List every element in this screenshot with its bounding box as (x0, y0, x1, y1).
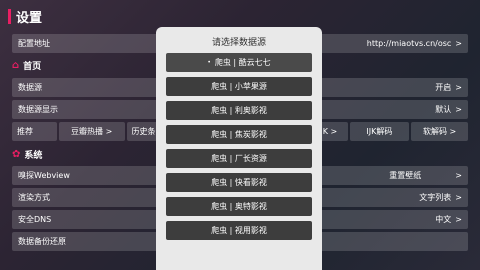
option-label: 爬虫 | 焦炭影视 (211, 130, 267, 139)
chevron-right-icon: > (455, 83, 462, 92)
soft-decode-button[interactable]: 软解码 > (411, 122, 468, 141)
backup-restore-label: 数据备份还原 (18, 237, 66, 246)
ijk-decode-button[interactable]: IJK解码 (349, 122, 410, 141)
data-source-list: • 爬虫 | 酷云七七 爬虫 | 小苹果源 爬虫 | 利奥影视 爬虫 | 焦炭影… (166, 53, 312, 245)
title-accent-bar (8, 9, 11, 24)
reset-wallpaper-label[interactable]: 重置壁纸 (389, 170, 421, 181)
selected-dot-icon: • (207, 59, 211, 66)
data-source-option[interactable]: • 爬虫 | 酷云七七 (166, 53, 312, 72)
render-mode-label: 渲染方式 (18, 193, 50, 202)
chevron-right-icon: > (455, 105, 462, 114)
option-label: 爬虫 | 快看影视 (211, 178, 267, 187)
data-source-display-value: 默认 (435, 105, 452, 114)
data-source-option[interactable]: 爬虫 | 快看影视 (166, 173, 312, 192)
dialog-title: 请选择数据源 (211, 38, 266, 48)
data-source-option[interactable]: 爬虫 | 厂长资源 (166, 149, 312, 168)
section-home-title: 首页 (23, 62, 42, 72)
chevron-right-icon: > (455, 215, 462, 224)
option-label: 爬虫 | 厂长资源 (211, 154, 267, 163)
recommend-label: 推荐 (12, 122, 57, 141)
data-source-value: 开启 (435, 83, 452, 92)
option-label: 爬虫 | 奥特影视 (211, 202, 267, 211)
config-url-value: http://miaotvs.cn/osc (366, 39, 452, 48)
secure-dns-label: 安全DNS (18, 215, 52, 224)
secure-dns-value: 中文 (435, 215, 452, 224)
config-url-label: 配置地址 (18, 39, 50, 48)
render-mode-value: 文字列表 (419, 193, 452, 202)
douban-hot-button[interactable]: 豆瓣热播 > (58, 122, 125, 141)
data-source-option[interactable]: 爬虫 | 焦炭影视 (166, 125, 312, 144)
data-source-label: 数据源 (18, 83, 42, 92)
section-home: ⌂ 首页 (12, 59, 41, 72)
data-source-option[interactable]: 爬虫 | 视用影视 (166, 221, 312, 240)
chevron-right-icon: > (455, 193, 462, 202)
section-system-title: 系统 (24, 151, 43, 161)
data-source-option[interactable]: 爬虫 | 利奥影视 (166, 101, 312, 120)
section-system: ✿ 系统 (12, 148, 42, 161)
page-title: 设置 (16, 11, 43, 26)
option-label: 爬虫 | 酷云七七 (214, 58, 271, 67)
option-label: 爬虫 | 小苹果源 (211, 82, 267, 91)
chevron-right-icon: > (455, 171, 462, 180)
page-header: 设置 (8, 7, 42, 26)
data-source-option[interactable]: 爬虫 | 奥特影视 (166, 197, 312, 216)
option-label: 爬虫 | 视用影视 (211, 226, 267, 235)
chevron-right-icon: > (455, 39, 462, 48)
data-source-dialog: 请选择数据源 • 爬虫 | 酷云七七 爬虫 | 小苹果源 爬虫 | 利奥影视 爬… (156, 27, 322, 270)
sniff-webview-label: 嗅探Webview (18, 171, 70, 180)
data-source-option[interactable]: 爬虫 | 小苹果源 (166, 77, 312, 96)
gear-icon: ✿ (12, 149, 21, 160)
home-icon: ⌂ (12, 60, 20, 71)
option-label: 爬虫 | 利奥影视 (211, 106, 267, 115)
data-source-display-label: 数据源显示 (18, 105, 58, 114)
